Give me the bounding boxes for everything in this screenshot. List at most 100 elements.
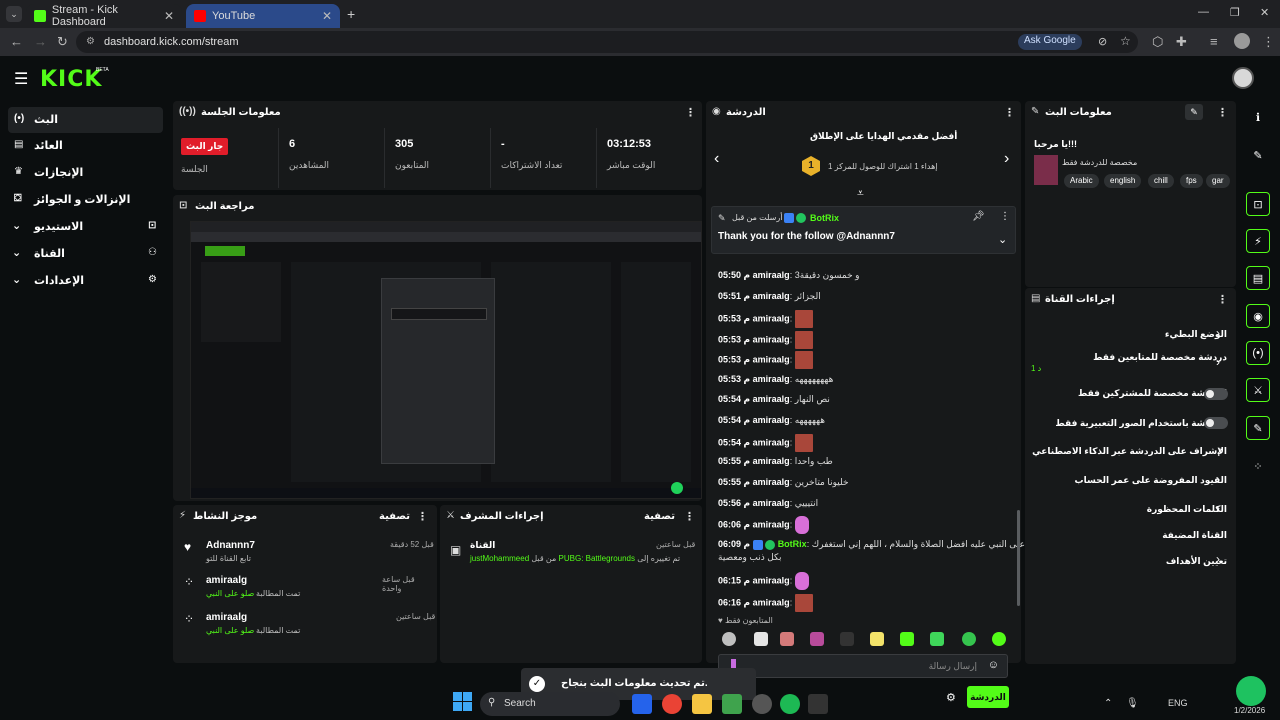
broadcast-toggle-icon[interactable]: (•) bbox=[1246, 341, 1270, 365]
chat-user[interactable]: amiraalg bbox=[753, 498, 790, 508]
kick-logo[interactable]: KICK bbox=[40, 67, 102, 92]
reload-icon[interactable]: ↻ bbox=[57, 34, 68, 50]
tray-chevron-icon[interactable]: ⌃ bbox=[1104, 698, 1112, 709]
action-followers-only[interactable]: دردشة مخصصة للمتابعين فقط bbox=[1031, 352, 1227, 363]
chat-scrollbar[interactable] bbox=[1017, 510, 1020, 606]
sidebar-item-stream[interactable]: (•) البث bbox=[8, 107, 163, 133]
emote-icon[interactable] bbox=[962, 632, 976, 646]
bookmark-star-icon[interactable]: ☆ bbox=[1120, 34, 1131, 48]
profile-avatar[interactable] bbox=[1234, 33, 1250, 49]
unpin-icon[interactable]: 📌︎ bbox=[972, 211, 985, 222]
chat-user[interactable]: amiraalg bbox=[753, 456, 790, 466]
filter-button[interactable]: تصفية bbox=[644, 511, 675, 522]
next-leaderboard-icon[interactable]: › bbox=[1004, 150, 1009, 168]
session-toggle-icon[interactable]: ▤ bbox=[1246, 266, 1270, 290]
sidebar-item-channel[interactable]: ⌄ القناة ⚇ bbox=[8, 241, 163, 267]
more-options-icon[interactable]: ⋮ bbox=[684, 510, 695, 523]
browser-menu-icon[interactable]: ⋮ bbox=[1262, 34, 1275, 50]
chat-toggle-icon[interactable]: ◉ bbox=[1246, 304, 1270, 328]
sidebar-item-drops[interactable]: ⛋ الإنزالات و الجوائز bbox=[8, 187, 163, 213]
chat-user[interactable]: amiraalg bbox=[753, 374, 790, 384]
restore-icon[interactable]: ❐ bbox=[1230, 6, 1240, 19]
emote-icon[interactable] bbox=[840, 632, 854, 646]
extension-icon[interactable]: ⬡ bbox=[1152, 34, 1163, 50]
chevron-right-icon[interactable]: › bbox=[1216, 326, 1220, 340]
keyboard-language[interactable]: ENG bbox=[1168, 698, 1188, 708]
hamburger-menu-icon[interactable]: ☰ bbox=[14, 69, 28, 89]
external-link-icon[interactable]: ↗ bbox=[1216, 446, 1224, 457]
add-widget-icon[interactable]: ⁘ bbox=[1246, 454, 1270, 478]
action-banned-words[interactable]: الكلمات المحظورة bbox=[1031, 504, 1227, 515]
chevron-right-icon[interactable]: › bbox=[1216, 355, 1220, 369]
sidebar-item-settings[interactable]: ⌄ الإعدادات ⚙ bbox=[8, 268, 163, 294]
more-options-icon[interactable]: ⋮ bbox=[1000, 211, 1010, 222]
filter-button[interactable]: تصفية bbox=[379, 511, 410, 522]
stream-preview-video[interactable] bbox=[190, 221, 702, 499]
mod-toggle-icon[interactable]: ⚔ bbox=[1246, 378, 1270, 402]
chat-user[interactable]: amiraalg bbox=[753, 291, 790, 301]
ask-google-button[interactable]: Ask Google bbox=[1018, 34, 1082, 50]
puzzle-icon[interactable]: ✚ bbox=[1176, 34, 1187, 50]
file-explorer-icon[interactable] bbox=[692, 694, 712, 714]
more-options-icon[interactable]: ⋮ bbox=[1217, 106, 1228, 119]
new-tab-icon[interactable]: + bbox=[347, 6, 355, 22]
action-ai-moderation[interactable]: الإشراف على الدردشة عبر الذكاء الاصطناعي bbox=[1031, 446, 1227, 457]
tab-list-icon[interactable]: ⌄ bbox=[6, 6, 22, 22]
prev-leaderboard-icon[interactable]: ‹ bbox=[714, 150, 719, 168]
emote-icon[interactable] bbox=[900, 632, 914, 646]
edit-icon[interactable]: ✎ bbox=[1185, 104, 1203, 120]
tab-kick-dashboard[interactable]: Stream - Kick Dashboard ✕ bbox=[26, 4, 182, 28]
emote-icon[interactable] bbox=[992, 632, 1006, 646]
sidebar-item-studio[interactable]: ⌄ الاستيديو ⊡ bbox=[8, 214, 163, 240]
eye-off-icon[interactable]: ⊘ bbox=[1098, 35, 1107, 48]
windows-start-icon[interactable] bbox=[453, 692, 473, 712]
chat-user[interactable]: amiraalg bbox=[753, 519, 790, 529]
chat-user[interactable]: amiraalg bbox=[753, 437, 790, 447]
chat-user[interactable]: amiraalg bbox=[753, 394, 790, 404]
action-account-age[interactable]: القيود المفروضة على عمر الحساب bbox=[1031, 475, 1227, 486]
emote-icon[interactable] bbox=[722, 632, 736, 646]
emote-icon[interactable] bbox=[930, 632, 944, 646]
sidebar-item-achievements[interactable]: ♛ الإنجازات bbox=[8, 160, 163, 186]
spotify-icon[interactable] bbox=[780, 694, 800, 714]
floating-help-button[interactable] bbox=[1236, 676, 1266, 706]
chat-user[interactable]: amiraalg bbox=[753, 334, 790, 344]
info-icon[interactable]: ℹ bbox=[1246, 105, 1270, 129]
emoji-picker-icon[interactable]: ☺ bbox=[988, 659, 999, 671]
obs-icon[interactable] bbox=[752, 694, 772, 714]
more-options-icon[interactable]: ⋮ bbox=[417, 510, 428, 523]
emote-icon[interactable] bbox=[780, 632, 794, 646]
url-field[interactable]: ⚙ dashboard.kick.com/stream Ask Google ⊘… bbox=[76, 31, 1138, 53]
chat-user[interactable]: amiraalg bbox=[753, 477, 790, 487]
close-tab-icon[interactable]: ✕ bbox=[322, 9, 332, 23]
preview-toggle-icon[interactable]: ⊡ bbox=[1246, 192, 1270, 216]
send-chat-button[interactable]: الدردشة bbox=[967, 686, 1009, 708]
app-icon[interactable] bbox=[722, 694, 742, 714]
collapse-icon[interactable]: ⩡ bbox=[857, 186, 864, 201]
chevron-down-icon[interactable]: ⌄ bbox=[998, 233, 1007, 246]
chat-user[interactable]: amiraalg bbox=[753, 575, 790, 585]
chat-user[interactable]: amiraalg bbox=[753, 354, 790, 364]
chat-user[interactable]: amiraalg bbox=[753, 313, 790, 323]
channel-actions-toggle-icon[interactable]: ✎ bbox=[1246, 416, 1270, 440]
emote-icon[interactable] bbox=[810, 632, 824, 646]
user-avatar[interactable] bbox=[1232, 67, 1254, 89]
action-slow-mode[interactable]: الوضع البطيء bbox=[1031, 329, 1227, 340]
chrome-icon[interactable] bbox=[662, 694, 682, 714]
chat-settings-icon[interactable]: ⚙ bbox=[946, 691, 956, 704]
chevron-right-icon[interactable]: › bbox=[1216, 552, 1220, 566]
tab-youtube[interactable]: YouTube ✕ bbox=[186, 4, 340, 28]
chat-user[interactable]: amiraalg bbox=[753, 270, 790, 280]
chat-user[interactable]: amiraalg bbox=[753, 415, 790, 425]
steam-icon[interactable] bbox=[632, 694, 652, 714]
site-info-icon[interactable]: ⚙ bbox=[86, 36, 95, 47]
microphone-icon[interactable]: 🎙︎ bbox=[1126, 698, 1139, 709]
chevron-right-icon[interactable]: › bbox=[1216, 501, 1220, 515]
back-icon[interactable]: ← bbox=[10, 34, 23, 49]
more-options-icon[interactable]: ⋮ bbox=[1217, 293, 1228, 306]
activity-toggle-icon[interactable]: ⚡ bbox=[1246, 229, 1270, 253]
chat-input[interactable]: إرسال رسالة ☺ bbox=[718, 654, 1008, 678]
forward-icon[interactable]: → bbox=[34, 34, 47, 49]
pencil-icon[interactable]: ✎ bbox=[1246, 143, 1270, 167]
taskbar-search[interactable]: ⚲ Search bbox=[480, 692, 620, 716]
